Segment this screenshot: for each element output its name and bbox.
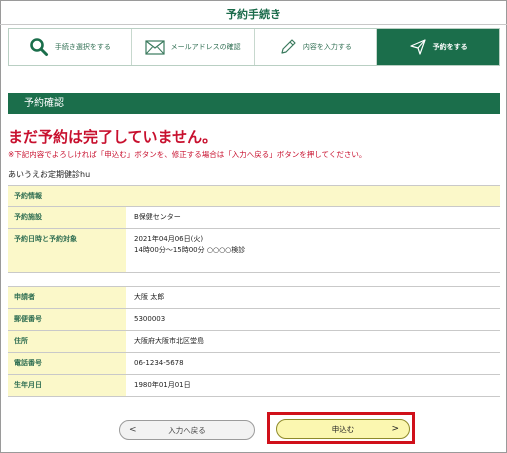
row-value: 5300003	[134, 314, 166, 323]
step-input-details: 内容を入力する	[255, 29, 378, 65]
page-title: 予約手続き	[226, 8, 281, 21]
step-label: 手続き選択をする	[54, 43, 111, 51]
row-label: 申請者	[8, 286, 126, 308]
submit-button-label: 申込む	[331, 424, 355, 434]
chevron-right-icon: >	[391, 424, 399, 434]
table-row: 電話番号 06-1234-5678	[8, 352, 500, 375]
warning-title: まだ予約は完了していません。	[8, 128, 218, 146]
row-value: 2021年04月06日(火) 14時00分～15時00分 ○○○○検診	[126, 229, 500, 272]
table-row: 予約施設 B保健センター	[8, 207, 500, 229]
row-label: 電話番号	[8, 352, 126, 374]
title-divider	[0, 24, 507, 25]
table-section-header: 予約情報	[8, 186, 500, 207]
row-value: 1980年01月01日	[134, 380, 191, 389]
back-to-input-button[interactable]: < 入力へ戻る	[119, 420, 255, 440]
row-label: 生年月日	[8, 374, 126, 396]
pencil-icon	[279, 38, 297, 56]
reservation-date: 2021年04月06日(火)	[134, 234, 204, 243]
step-reserve: 予約をする	[377, 29, 499, 65]
step-label: 予約をする	[432, 43, 468, 51]
confirmation-table: 予約情報 予約施設 B保健センター 予約日時と予約対象 2021年04月06日(…	[8, 185, 500, 397]
submit-button[interactable]: 申込む >	[276, 419, 410, 439]
step-label: メールアドレスの確認	[170, 43, 241, 51]
row-label: 予約施設	[8, 207, 126, 228]
step-label: 内容を入力する	[302, 43, 352, 51]
row-label: 予約日時と予約対象	[8, 228, 126, 272]
table-row: 郵便番号 5300003	[8, 308, 500, 331]
row-value: 大阪府大阪市北区堂島	[134, 336, 204, 345]
row-value: B保健センター	[134, 213, 181, 221]
warning-note: ※下記内容でよろしければ「申込む」ボタンを、修正する場合は「入力へ戻る」ボタンを…	[8, 150, 367, 159]
table-spacer	[8, 273, 500, 287]
section-heading: 予約確認	[8, 93, 500, 114]
chevron-left-icon: <	[129, 425, 137, 435]
row-label: 郵便番号	[8, 308, 126, 330]
table-row: 申請者 大阪 太郎	[8, 286, 500, 309]
reservation-time-target: 14時00分～15時00分 ○○○○検診	[134, 245, 246, 254]
table-row: 予約日時と予約対象 2021年04月06日(火) 14時00分～15時00分 ○…	[8, 228, 500, 273]
row-label: 住所	[8, 330, 126, 352]
step-select-procedure: 手続き選択をする	[9, 29, 132, 65]
progress-steps: 手続き選択をする メールアドレスの確認 内容を入力する 予約をする	[8, 28, 500, 66]
procedure-name: あいうえお定期健診hu	[8, 170, 91, 179]
row-value: 06-1234-5678	[134, 358, 184, 367]
row-value: 大阪 太郎	[134, 292, 165, 301]
table-row: 生年月日 1980年01月01日	[8, 374, 500, 397]
step-confirm-email: メールアドレスの確認	[132, 29, 255, 65]
back-button-label: 入力へ戻る	[168, 425, 206, 435]
reservation-info-header: 予約情報	[8, 186, 500, 206]
table-row: 住所 大阪府大阪市北区堂島	[8, 330, 500, 353]
send-icon	[409, 38, 427, 56]
envelope-icon	[145, 39, 165, 55]
search-icon	[29, 37, 49, 57]
